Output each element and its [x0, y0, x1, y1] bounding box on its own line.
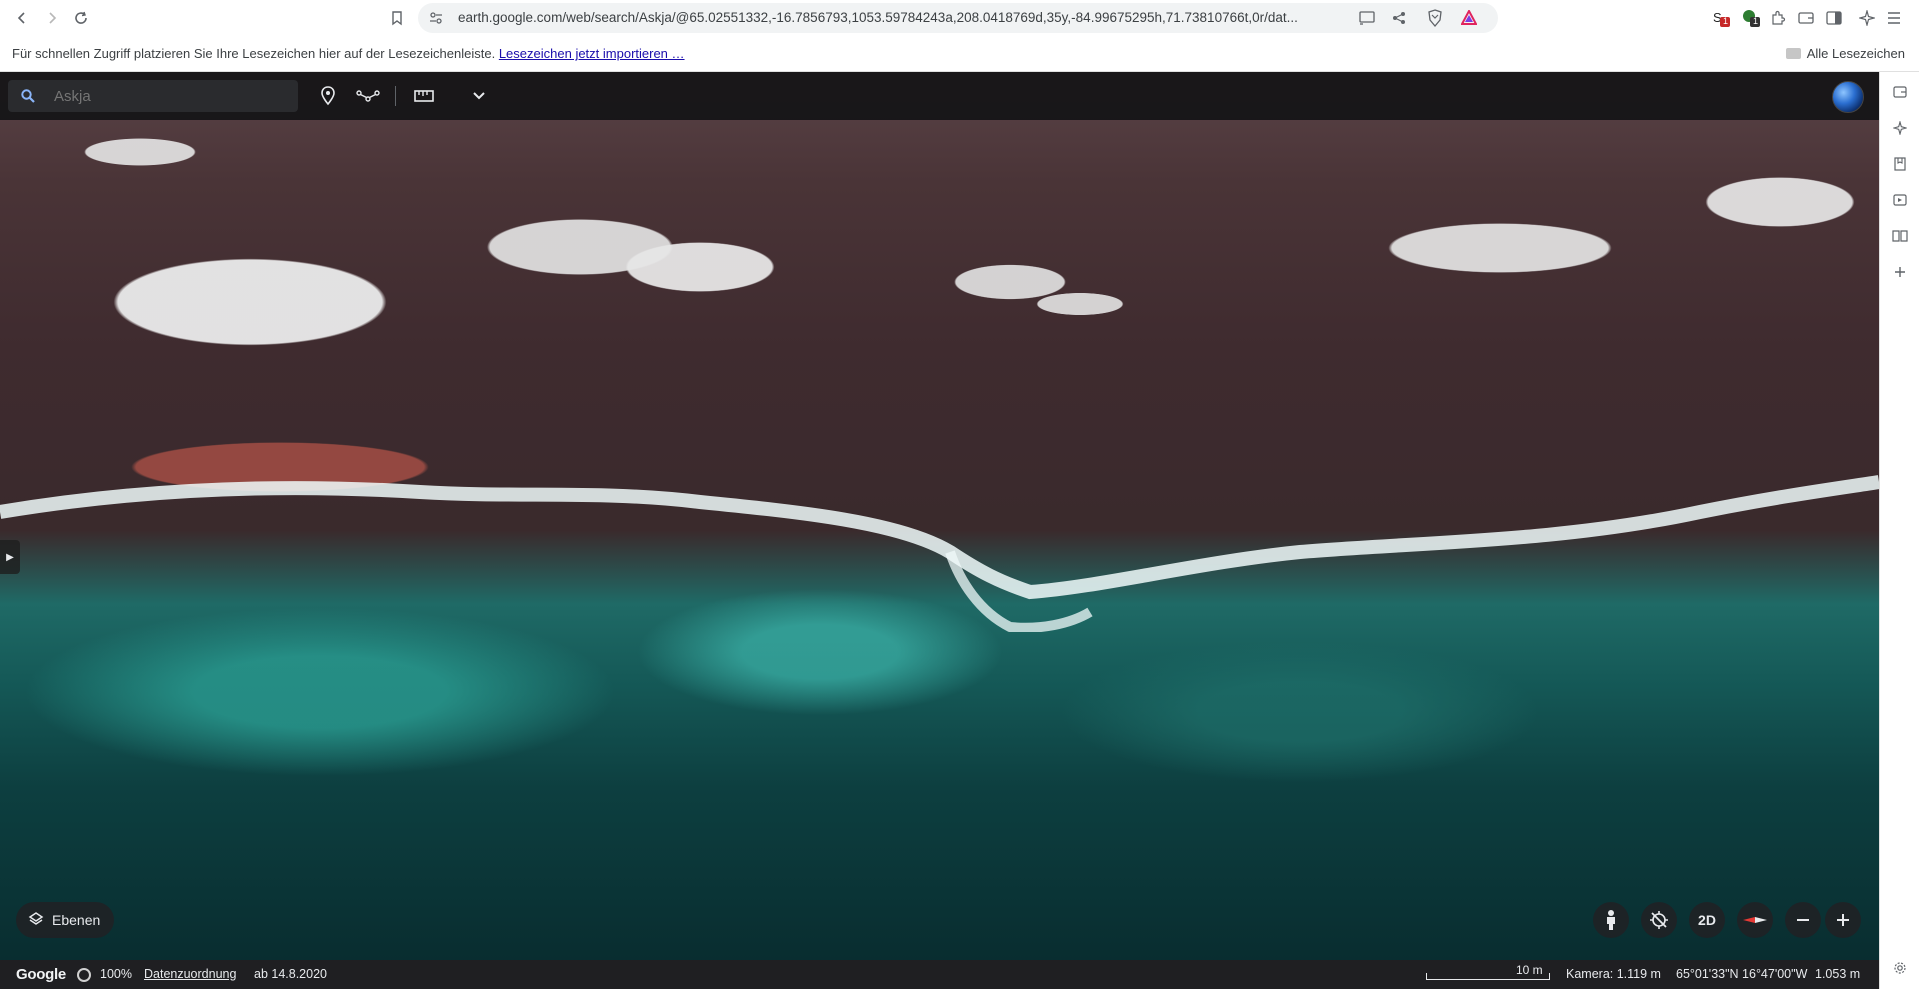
earth-3d-view[interactable] [0, 72, 1879, 989]
draw-path-icon[interactable] [356, 84, 380, 108]
bookmark-icon[interactable] [386, 7, 408, 29]
playlist-sidebar-icon[interactable] [1890, 190, 1910, 210]
menu-icon[interactable] [1883, 7, 1905, 29]
status-bar: Google 100% Datenzuordnung ab 14.8.2020 … [0, 960, 1879, 989]
imagery-date: ab 14.8.2020 [254, 967, 327, 981]
earth-toolbar [0, 72, 1879, 120]
back-icon[interactable] [11, 7, 33, 29]
attribution-link[interactable]: Datenzuordnung [144, 967, 236, 981]
search-icon[interactable] [20, 88, 36, 104]
ruler-icon[interactable] [412, 84, 436, 108]
chevron-right-icon: ▶ [6, 551, 14, 563]
loading-ring-icon [77, 968, 91, 982]
extension-icon[interactable]: S 1 [1710, 7, 1732, 29]
brave-rewards-icon[interactable] [1460, 9, 1478, 27]
leo-ai-icon[interactable] [1856, 7, 1878, 29]
all-bookmarks-button[interactable]: Alle Lesezeichen [1785, 46, 1905, 61]
bookmarks-hint-text: Für schnellen Zugriff platzieren Sie Ihr… [12, 46, 496, 61]
placemark-icon[interactable] [316, 84, 340, 108]
layers-button[interactable]: Ebenen [16, 902, 115, 938]
pegman-icon[interactable] [1593, 902, 1629, 938]
scale-label: 10 m [1516, 963, 1543, 977]
search-box[interactable] [8, 80, 298, 112]
elevation: 1.053 m [1815, 967, 1861, 981]
bookmarks-sidebar-icon[interactable] [1890, 154, 1910, 174]
browser-toolbar: earth.google.com/web/search/Askja/@65.02… [0, 0, 1919, 36]
brave-shield-icon[interactable] [1426, 9, 1444, 27]
layers-label: Ebenen [52, 912, 101, 928]
bookmarks-hint: Für schnellen Zugriff platzieren Sie Ihr… [12, 46, 685, 61]
wallet-sidebar-icon[interactable] [1890, 82, 1910, 102]
zoom-out-icon[interactable] [1785, 902, 1821, 938]
cast-icon[interactable] [1358, 9, 1376, 27]
zoom-in-icon[interactable] [1825, 902, 1861, 938]
settings-gear-icon[interactable] [1890, 958, 1910, 978]
toolbar-divider [395, 86, 396, 106]
add-sidebar-icon[interactable] [1890, 262, 1910, 282]
address-bar[interactable]: earth.google.com/web/search/Askja/@65.02… [418, 3, 1498, 33]
tilt-toggle-icon[interactable] [1641, 902, 1677, 938]
leo-sidebar-icon[interactable] [1890, 118, 1910, 138]
url-text[interactable]: earth.google.com/web/search/Askja/@65.02… [458, 10, 1358, 25]
shoreline-foam [0, 475, 1879, 632]
load-percent: 100% [100, 967, 132, 981]
chevron-down-icon[interactable] [467, 84, 491, 108]
google-logo: Google [16, 966, 66, 983]
folder-icon [1785, 48, 1801, 59]
reload-icon[interactable] [70, 7, 92, 29]
extension-icon[interactable]: 1 [1740, 7, 1762, 29]
camera-altitude: Kamera: 1.119 m [1566, 967, 1661, 981]
coordinates: 65°01'33"N 16°47'00"W [1676, 967, 1808, 981]
extensions-puzzle-icon[interactable] [1767, 7, 1789, 29]
extension-badge: 1 [1723, 16, 1729, 26]
compass-icon[interactable] [1737, 902, 1773, 938]
share-icon[interactable] [1390, 9, 1408, 27]
account-globe-icon[interactable] [1832, 81, 1864, 113]
import-bookmarks-link[interactable]: Lesezeichen jetzt importieren … [499, 46, 685, 61]
wallet-icon[interactable] [1795, 7, 1817, 29]
reading-list-icon[interactable] [1890, 226, 1910, 246]
site-info-icon[interactable] [428, 10, 444, 26]
side-panel-toggle[interactable]: ▶ [0, 540, 20, 574]
all-bookmarks-label: Alle Lesezeichen [1806, 46, 1905, 61]
layers-icon [28, 911, 44, 930]
extension-badge: 1 [1753, 16, 1759, 26]
sidebar-toggle-icon[interactable] [1823, 7, 1845, 29]
view-2d-button[interactable]: 2D [1689, 902, 1725, 938]
browser-sidebar [1879, 72, 1919, 989]
search-input[interactable] [54, 85, 284, 107]
bookmarks-bar: Für schnellen Zugriff platzieren Sie Ihr… [0, 36, 1919, 72]
forward-icon[interactable] [41, 7, 63, 29]
